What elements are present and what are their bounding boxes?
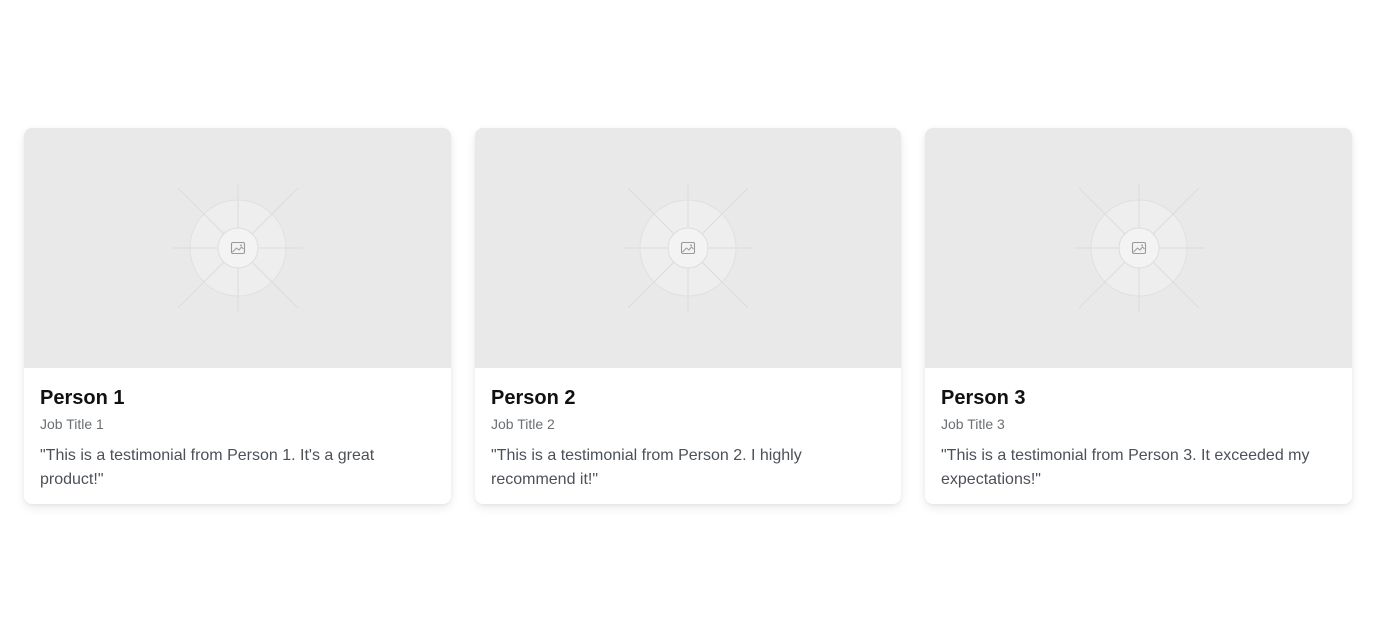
card-image: [475, 128, 901, 368]
image-placeholder-icon: [623, 183, 753, 313]
card-image: [24, 128, 451, 368]
card-body: Person 3 Job Title 3 "This is a testimon…: [925, 368, 1352, 504]
testimonial-card: Person 1 Job Title 1 "This is a testimon…: [24, 128, 451, 504]
testimonial-quote: "This is a testimonial from Person 2. I …: [491, 447, 802, 488]
card-image: [925, 128, 1352, 368]
person-name: Person 3: [941, 387, 1026, 409]
testimonial-card: Person 3 Job Title 3 "This is a testimon…: [925, 128, 1352, 504]
testimonial-quote: "This is a testimonial from Person 3. It…: [941, 447, 1310, 488]
testimonials-grid: Person 1 Job Title 1 "This is a testimon…: [24, 128, 1352, 504]
job-title: Job Title 3: [941, 416, 1005, 432]
person-name: Person 1: [40, 387, 125, 409]
person-name: Person 2: [491, 387, 576, 409]
testimonial-quote: "This is a testimonial from Person 1. It…: [40, 447, 375, 488]
card-body: Person 2 Job Title 2 "This is a testimon…: [475, 368, 901, 504]
job-title: Job Title 1: [40, 416, 104, 432]
card-body: Person 1 Job Title 1 "This is a testimon…: [24, 368, 451, 504]
testimonial-card: Person 2 Job Title 2 "This is a testimon…: [475, 128, 901, 504]
image-placeholder-icon: [1073, 183, 1204, 313]
job-title: Job Title 2: [491, 416, 555, 432]
image-placeholder-icon: [172, 183, 303, 313]
